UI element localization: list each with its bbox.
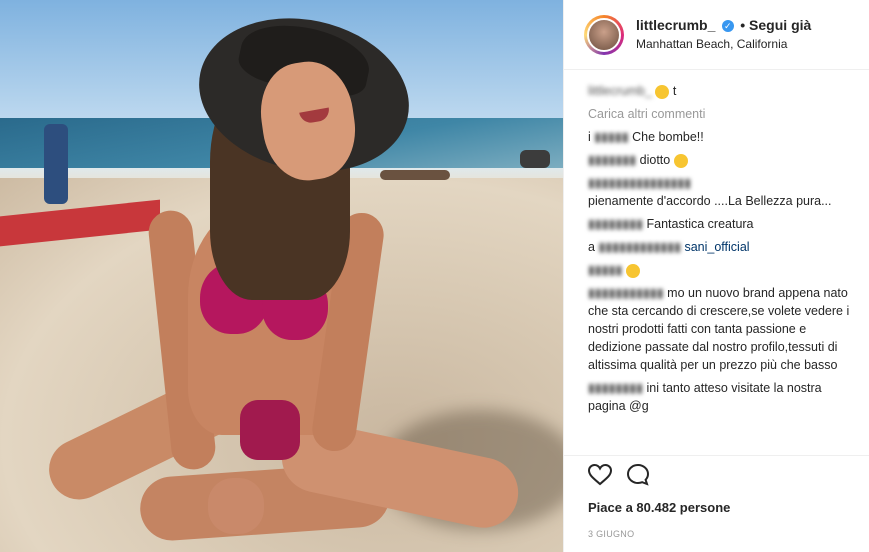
comment: ▮▮▮▮▮▮▮▮ Fantastica creatura [588, 215, 856, 233]
emoji-icon [655, 84, 670, 99]
load-more-comments[interactable]: Carica altri commenti [588, 105, 856, 123]
redacted-user: ▮▮▮▮▮▮▮▮ [588, 217, 644, 231]
redacted-user: ▮▮▮▮▮▮▮ [588, 153, 637, 167]
bikini-bottom [240, 400, 300, 460]
location[interactable]: Manhattan Beach, California [636, 35, 811, 53]
caption: littlecrumb_ t [588, 82, 856, 100]
heart-icon[interactable] [587, 463, 613, 491]
comment-text: Che bombe!! [632, 130, 704, 144]
instagram-post: littlecrumb_ ✓ • Segui già Manhattan Bea… [0, 0, 869, 552]
likes-count[interactable]: Piace a 80.482 persone [588, 500, 869, 515]
comment: a ▮▮▮▮▮▮▮▮▮▮▮▮ sani_official [588, 238, 856, 256]
background-person [44, 124, 68, 204]
comment-list: littlecrumb_ t Carica altri commenti i ▮… [564, 70, 869, 415]
avatar[interactable] [584, 14, 624, 55]
emoji-icon [625, 263, 640, 278]
comment-user[interactable]: i [588, 130, 591, 144]
post-photo[interactable] [0, 0, 563, 552]
background-people [520, 150, 550, 168]
post-header: littlecrumb_ ✓ • Segui già Manhattan Bea… [564, 0, 869, 70]
comment: ▮▮▮▮▮▮▮ diotto [588, 151, 856, 169]
header-info: littlecrumb_ ✓ • Segui già Manhattan Bea… [636, 16, 811, 53]
redacted-user: ▮▮▮▮▮▮▮▮▮▮▮▮▮▮▮ [588, 176, 692, 190]
post-sidebar: littlecrumb_ ✓ • Segui già Manhattan Bea… [563, 0, 869, 552]
verified-badge-icon: ✓ [721, 19, 734, 32]
redacted-user: ▮▮▮▮▮▮▮▮▮▮▮ [588, 286, 664, 300]
redacted-user: ▮▮▮▮▮▮▮▮▮▮▮▮ [598, 240, 681, 254]
mention-link[interactable]: sani_official [684, 240, 749, 254]
comment-text: Fantastica creatura [646, 217, 754, 231]
background-person [380, 170, 450, 180]
caption-text: t [672, 84, 677, 98]
follow-status[interactable]: • Segui già [740, 17, 811, 33]
comment: i ▮▮▮▮▮ Che bombe!! [588, 128, 856, 146]
action-icons [587, 462, 869, 492]
comment: ▮▮▮▮▮▮▮▮▮▮▮ mo un nuovo brand appena nat… [588, 284, 856, 374]
username[interactable]: littlecrumb_ [636, 17, 715, 33]
post-actions: Piace a 80.482 persone 3 GIUGNO [564, 455, 869, 539]
redacted-user: ▮▮▮▮▮ [588, 263, 623, 277]
hand [208, 478, 264, 534]
avatar-photo [587, 17, 621, 52]
comment-text: diotto [639, 153, 671, 167]
comment-icon[interactable] [626, 463, 650, 492]
emoji-icon [673, 153, 688, 168]
comment: ▮▮▮▮▮▮▮▮▮▮▮▮▮▮▮ pienamente d'accordo ...… [588, 174, 856, 210]
comment-text: pienamente d'accordo ....La Bellezza pur… [588, 194, 832, 208]
post-date[interactable]: 3 GIUGNO [588, 529, 869, 539]
comment: ▮▮▮▮▮ [588, 261, 856, 279]
comment-user[interactable]: a [588, 240, 595, 254]
comment: ▮▮▮▮▮▮▮▮ ini tanto atteso visitate la no… [588, 379, 856, 415]
redacted-user: ▮▮▮▮▮▮▮▮ [588, 381, 644, 395]
caption-user[interactable]: littlecrumb_ [588, 84, 652, 98]
redacted-user: ▮▮▮▮▮ [594, 130, 629, 144]
